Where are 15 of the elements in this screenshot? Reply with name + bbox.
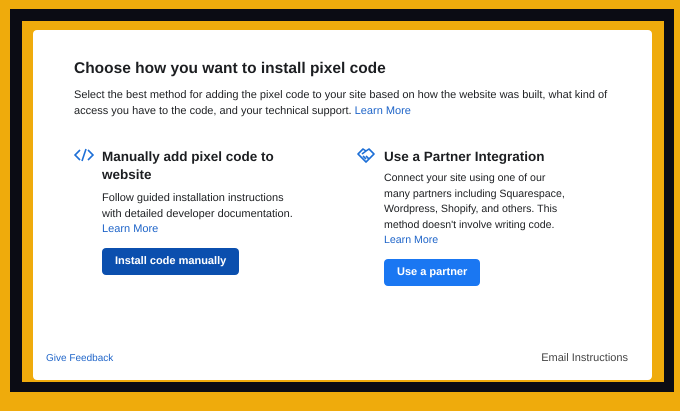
description-text: Select the best method for adding the pixel code to your site based on how the website was built, what kind of access you have to the code, and your technical support. Learn More — [74, 88, 608, 119]
option-title: Manually add pixel code to website — [102, 148, 275, 184]
dialog-title: Choose how you want to install pixel code — [74, 60, 387, 78]
feedback-link[interactable]: Give Feedback — [46, 352, 114, 364]
option-description: Follow guided installation instructions with detailed developer documentation. Learn More — [102, 191, 294, 237]
partner-button[interactable]: Use a partner — [384, 258, 480, 286]
option-title: Use a Partner Integration — [384, 148, 546, 166]
handshake-icon — [356, 146, 376, 164]
option-description: Connect your site using one of our many partners including Squarespace, Wordpress, Shopify, and others. This method doesn't involve writing code. Learn More — [384, 171, 566, 248]
code-icon — [74, 146, 94, 164]
email-instructions-button[interactable]: Email Instructions — [541, 352, 628, 364]
install-button[interactable]: Install code manually — [102, 248, 240, 274]
learn-more-link[interactable]: Learn More — [102, 223, 158, 235]
learn-more-link[interactable]: Learn More — [354, 105, 411, 117]
learn-more-link[interactable]: Learn More — [384, 234, 438, 246]
